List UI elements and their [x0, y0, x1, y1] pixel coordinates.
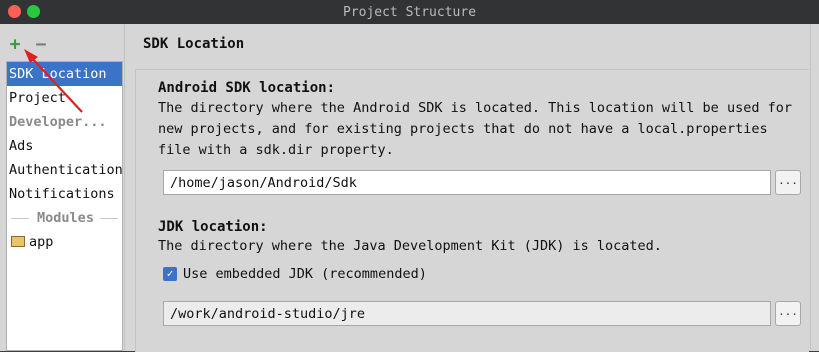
- sidebar-category-developer: Developer...: [9, 114, 107, 130]
- android-sdk-description: The directory where the Android SDK is l…: [158, 98, 798, 161]
- android-sdk-description-line: new projects, and for existing projects …: [158, 121, 768, 137]
- sidebar-item-authentication[interactable]: Authentication: [7, 158, 123, 182]
- left-pane: + − SDK Location Project Developer... Ad…: [0, 24, 125, 351]
- android-sdk-description-line: file with a sdk.dir property.: [158, 142, 394, 158]
- folder-module-icon: [11, 235, 25, 247]
- sidebar-item-sdk-location[interactable]: SDK Location: [7, 62, 122, 86]
- checkmark-icon[interactable]: ✓: [163, 267, 177, 281]
- sidebar-item-ads[interactable]: Ads: [7, 134, 122, 158]
- sidebar-section-modules: Modules: [7, 206, 122, 230]
- main-pane: SDK Location Android SDK location: The d…: [125, 24, 819, 352]
- dialog-body: + − SDK Location Project Developer... Ad…: [0, 24, 819, 352]
- sidebar-toolbar: + −: [6, 32, 50, 58]
- sidebar-item-app[interactable]: app: [7, 230, 122, 254]
- remove-icon[interactable]: −: [32, 36, 50, 54]
- close-window-button[interactable]: [8, 5, 21, 18]
- sidebar-list: SDK Location Project Developer... Ads Au…: [6, 61, 123, 351]
- jdk-description: The directory where the Java Development…: [158, 238, 662, 254]
- sidebar-item-app-label: app: [29, 234, 54, 250]
- jdk-path-field[interactable]: [163, 301, 771, 326]
- sidebar-item-project[interactable]: Project: [7, 86, 122, 110]
- settings-panel: Android SDK location: The directory wher…: [135, 69, 809, 352]
- jdk-heading: JDK location:: [158, 219, 268, 235]
- use-embedded-jdk-checkbox[interactable]: ✓ Use embedded JDK (recommended): [163, 266, 427, 282]
- scrollbar[interactable]: [810, 24, 819, 351]
- android-sdk-description-line: The directory where the Android SDK is l…: [158, 100, 792, 116]
- android-sdk-heading: Android SDK location:: [158, 80, 336, 96]
- window-controls: [8, 5, 40, 18]
- page-title: SDK Location: [143, 36, 245, 52]
- maximize-window-button[interactable]: [27, 5, 40, 18]
- android-sdk-path-field[interactable]: [163, 170, 771, 195]
- android-sdk-browse-button[interactable]: ...: [775, 170, 801, 195]
- use-embedded-jdk-label: Use embedded JDK (recommended): [183, 266, 427, 282]
- add-icon[interactable]: +: [6, 36, 24, 54]
- jdk-browse-button[interactable]: ...: [775, 301, 801, 326]
- sidebar-item-notifications[interactable]: Notifications: [7, 182, 122, 206]
- window-title: Project Structure: [342, 4, 477, 20]
- title-bar: Project Structure: [0, 0, 819, 24]
